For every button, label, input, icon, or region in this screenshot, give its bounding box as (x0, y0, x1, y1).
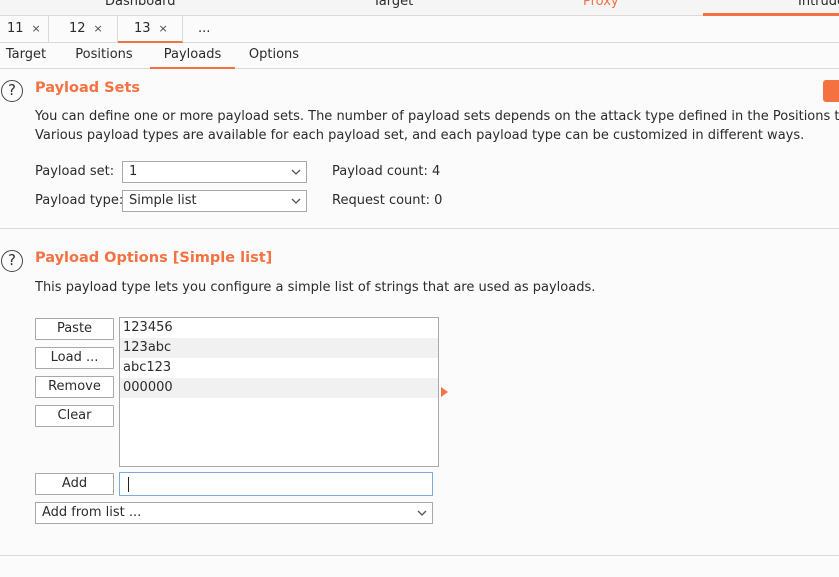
text-caret (128, 477, 129, 492)
payload-options-description: This payload type lets you configure a s… (35, 280, 596, 295)
section-divider (0, 228, 839, 229)
chevron-down-icon (290, 191, 302, 218)
payload-type-select[interactable]: Simple list (122, 190, 307, 212)
close-icon[interactable]: × (32, 22, 41, 35)
chevron-down-icon (290, 162, 302, 189)
payload-sets-description-line2: Various payload types are available for … (35, 128, 805, 143)
payload-set-select[interactable]: 1 (122, 161, 307, 183)
load-button[interactable]: Load ... (35, 347, 114, 369)
clear-button[interactable]: Clear (35, 405, 114, 427)
instance-tab-more[interactable]: ... (183, 16, 223, 43)
start-attack-button[interactable] (823, 80, 839, 102)
expand-arrow-icon[interactable] (441, 387, 448, 397)
payload-list[interactable]: 123456 123abc abc123 000000 (119, 317, 439, 467)
tab-target[interactable]: Target (0, 43, 52, 69)
add-from-list-select[interactable]: Add from list ... (35, 502, 433, 524)
instance-tab-11[interactable]: 11 × (0, 16, 49, 43)
tool-tab-proxy[interactable]: Proxy (583, 0, 619, 9)
payload-count: Payload count: 4 (332, 164, 441, 179)
tab-payloads[interactable]: Payloads (150, 43, 235, 69)
tool-tab-target[interactable]: Target (373, 0, 413, 9)
remove-button[interactable]: Remove (35, 376, 114, 398)
list-item[interactable]: 123456 (120, 318, 438, 338)
paste-button[interactable]: Paste (35, 318, 114, 340)
chevron-down-icon (416, 503, 428, 530)
help-icon[interactable]: ? (1, 80, 23, 102)
add-button[interactable]: Add (35, 473, 114, 495)
request-count: Request count: 0 (332, 193, 443, 208)
list-item[interactable]: abc123 (120, 358, 438, 378)
tool-tab-intruder[interactable]: Intruder (798, 0, 839, 9)
help-icon[interactable]: ? (1, 250, 23, 272)
payload-options-title: Payload Options [Simple list] (35, 250, 273, 266)
payload-type-value: Simple list (129, 193, 197, 208)
payload-set-label: Payload set: (35, 164, 115, 179)
tool-tab-bar: Dashboard Target Proxy Intruder (0, 0, 839, 16)
instance-tab-label: 11 (7, 21, 24, 36)
add-payload-input[interactable] (119, 472, 433, 496)
payload-sets-description-line1: You can define one or more payload sets.… (35, 109, 839, 124)
instance-tab-label: ... (198, 21, 211, 36)
instance-tab-label: 13 (134, 21, 151, 36)
section-divider (0, 555, 839, 556)
instance-tab-13[interactable]: 13 × (118, 16, 183, 43)
payload-set-value: 1 (129, 164, 138, 179)
close-icon[interactable]: × (159, 22, 168, 35)
instance-tab-bar: 11 × 12 × 13 × ... (0, 16, 839, 43)
payload-sets-title: Payload Sets (35, 80, 141, 96)
instance-tab-12[interactable]: 12 × (49, 16, 118, 43)
tab-positions[interactable]: Positions (66, 43, 142, 69)
payload-type-label: Payload type: (35, 193, 124, 208)
tab-options[interactable]: Options (243, 43, 305, 69)
add-from-list-label: Add from list ... (42, 505, 142, 520)
instance-tab-label: 12 (69, 21, 86, 36)
sub-tab-bar: Target Positions Payloads Options (0, 43, 839, 69)
list-item[interactable]: 123abc (120, 338, 438, 358)
close-icon[interactable]: × (94, 22, 103, 35)
list-item[interactable]: 000000 (120, 378, 438, 398)
tool-tab-dashboard[interactable]: Dashboard (105, 0, 176, 9)
